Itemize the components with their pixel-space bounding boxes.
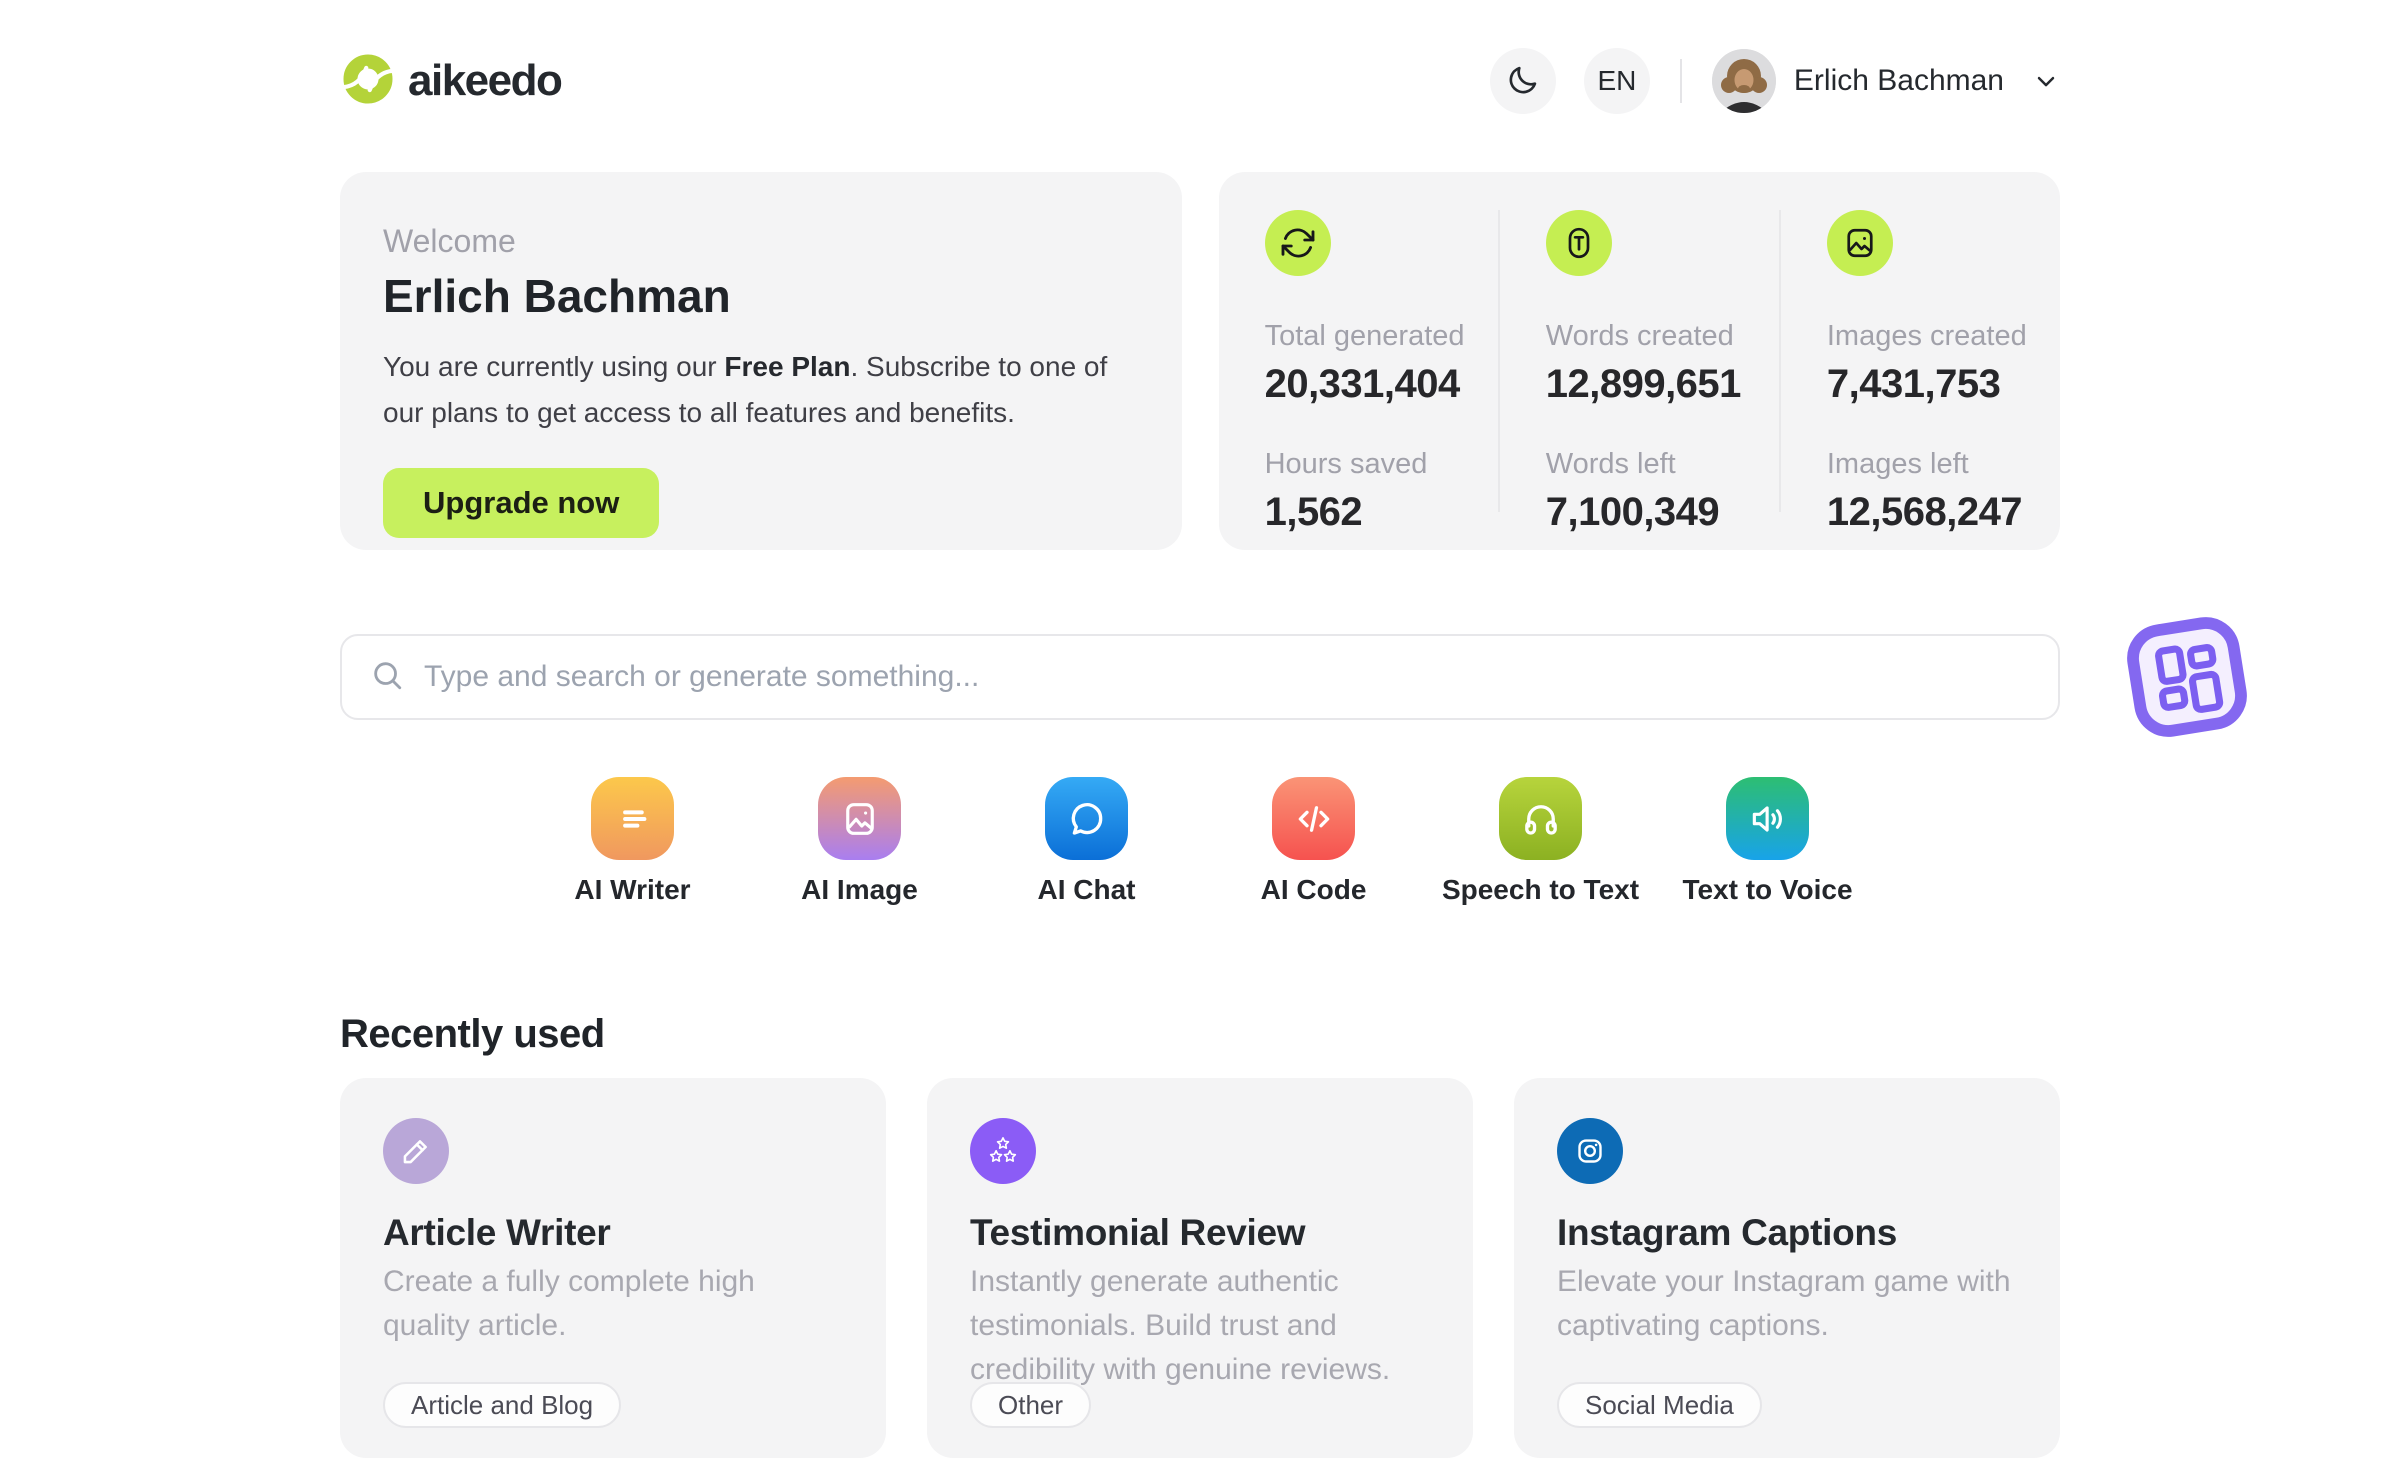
- theme-toggle-button[interactable]: [1489, 48, 1556, 114]
- avatar: [1711, 49, 1776, 113]
- writer-lines-icon: [591, 777, 674, 860]
- tool-label: AI Chat: [1037, 874, 1136, 905]
- stat-value: 12,899,651: [1545, 362, 1742, 406]
- moon-icon: [1506, 63, 1540, 100]
- search-icon: [370, 658, 404, 697]
- stat-label: Words left: [1545, 448, 1676, 480]
- plan-name: Free Plan: [724, 351, 851, 382]
- tools-row: AI Writer AI Image AI Chat AI Code Speec…: [340, 777, 2060, 906]
- stat-column-words: Words created 12,899,651 Words left 7,10…: [1497, 210, 1779, 534]
- stat-value: 20,331,404: [1264, 362, 1461, 406]
- stat-label: Words created: [1545, 320, 1734, 352]
- user-menu[interactable]: Erlich Bachman: [1711, 49, 2060, 113]
- search-input[interactable]: [424, 660, 2030, 694]
- stat-label: Total generated: [1264, 320, 1465, 352]
- search-bar: [340, 634, 2060, 720]
- stat-label: Images created: [1826, 320, 2027, 352]
- plan-text: You are currently using our Free Plan. S…: [383, 344, 1139, 436]
- tool-item-ai-image[interactable]: AI Image: [746, 777, 973, 906]
- card-description: Instantly generate authentic testimonial…: [970, 1265, 1391, 1386]
- header-divider: [1679, 59, 1682, 103]
- welcome-user-name: Erlich Bachman: [383, 270, 731, 322]
- stat-value: 12,568,247: [1826, 490, 2023, 534]
- stat-label: Images left: [1826, 448, 1969, 480]
- language-button[interactable]: EN: [1583, 48, 1650, 114]
- recent-card-article-writer[interactable]: Article Writer Create a fully complete h…: [340, 1078, 886, 1458]
- upgrade-button[interactable]: Upgrade now: [383, 468, 660, 538]
- floating-grid-badge[interactable]: [2119, 609, 2254, 744]
- logo-text: aikeedo: [408, 56, 563, 105]
- recent-card-instagram-captions[interactable]: Instagram Captions Elevate your Instagra…: [1514, 1078, 2060, 1458]
- stat-value: 7,431,753: [1826, 362, 2001, 406]
- tool-label: Speech to Text: [1441, 874, 1640, 905]
- stars-icon: [970, 1118, 1036, 1184]
- image-icon: [1826, 210, 1893, 276]
- tool-item-text-to-voice[interactable]: Text to Voice: [1654, 777, 1881, 906]
- recently-used-row: Article Writer Create a fully complete h…: [340, 1078, 2060, 1458]
- logo-swirl-icon: [340, 51, 396, 112]
- logo[interactable]: aikeedo: [340, 51, 563, 112]
- tool-label: Text to Voice: [1682, 874, 1853, 905]
- usage-stats-card: Total generated 20,331,404 Hours saved 1…: [1218, 172, 2060, 550]
- user-name: Erlich Bachman: [1793, 64, 2004, 97]
- instagram-icon: [1557, 1118, 1623, 1184]
- pencil-icon: [383, 1118, 449, 1184]
- tool-item-ai-code[interactable]: AI Code: [1200, 777, 1427, 906]
- card-description: Create a fully complete high quality art…: [383, 1265, 755, 1342]
- tool-item-ai-chat[interactable]: AI Chat: [973, 777, 1200, 906]
- tool-label: AI Image: [801, 874, 918, 905]
- stat-value: 7,100,349: [1545, 490, 1720, 534]
- stat-value: 1,562: [1264, 490, 1363, 534]
- grid-icon: [2127, 617, 2255, 748]
- text-icon: [1545, 210, 1612, 276]
- stat-label: Hours saved: [1264, 448, 1428, 480]
- hero-row: Welcome Erlich Bachman You are currently…: [340, 172, 2060, 550]
- welcome-eyebrow: Welcome: [383, 223, 516, 259]
- stat-column-generated: Total generated 20,331,404 Hours saved 1…: [1219, 210, 1498, 534]
- speaker-icon: [1726, 777, 1809, 860]
- card-title: Testimonial Review: [970, 1212, 1306, 1253]
- tool-item-speech-to-text[interactable]: Speech to Text: [1427, 777, 1654, 906]
- top-bar: aikeedo EN Erlich Bachman: [340, 0, 2060, 114]
- recently-used-heading: Recently used: [340, 1012, 605, 1056]
- header-actions: EN Erlich Bachman: [1489, 48, 2060, 114]
- welcome-card: Welcome Erlich Bachman You are currently…: [340, 172, 1182, 550]
- dashboard-page: aikeedo EN Erlich Bachman Welcome Erlich…: [0, 0, 2400, 1480]
- chevron-down-icon: [2037, 76, 2055, 87]
- tool-label: AI Writer: [574, 874, 691, 905]
- card-tag[interactable]: Article and Blog: [383, 1382, 622, 1428]
- refresh-icon: [1264, 210, 1331, 276]
- tool-item-ai-writer[interactable]: AI Writer: [519, 777, 746, 906]
- plan-text-pre: You are currently using our: [383, 351, 725, 382]
- chat-bubble-icon: [1045, 777, 1128, 860]
- headphones-icon: [1499, 777, 1582, 860]
- card-tag[interactable]: Other: [970, 1382, 1092, 1428]
- code-icon: [1272, 777, 1355, 860]
- card-description: Elevate your Instagram game with captiva…: [1557, 1265, 2011, 1342]
- tool-label: AI Code: [1260, 874, 1367, 905]
- card-title: Article Writer: [383, 1212, 611, 1253]
- card-title: Instagram Captions: [1557, 1212, 1897, 1253]
- recent-card-testimonial-review[interactable]: Testimonial Review Instantly generate au…: [927, 1078, 1473, 1458]
- stat-column-images: Images created 7,431,753 Images left 12,…: [1778, 210, 2060, 534]
- image-icon: [818, 777, 901, 860]
- card-tag[interactable]: Social Media: [1557, 1382, 1762, 1428]
